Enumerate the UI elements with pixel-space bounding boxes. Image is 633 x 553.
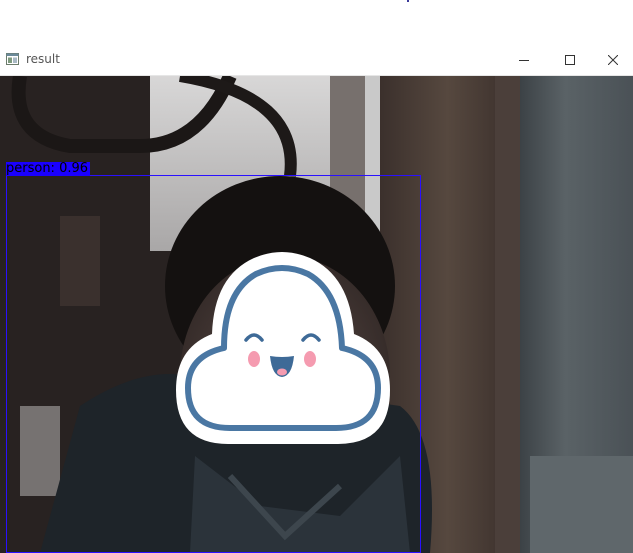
screen: result person: 0.96 [0, 0, 633, 553]
close-button[interactable] [593, 44, 633, 75]
close-icon [608, 54, 618, 65]
minimize-button[interactable] [501, 44, 547, 75]
camera-frame: person: 0.96 [0, 76, 633, 553]
window-title: result [26, 52, 60, 66]
result-window: result person: 0.96 [0, 44, 633, 553]
app-window-icon [6, 53, 19, 65]
person-bounding-box [6, 175, 421, 553]
minimize-icon [519, 59, 529, 61]
window-titlebar[interactable]: result [0, 44, 633, 76]
maximize-icon [565, 54, 575, 65]
desktop-background-speck [407, 0, 409, 2]
maximize-button[interactable] [547, 44, 593, 75]
detection-label: person: 0.96 [6, 161, 91, 176]
